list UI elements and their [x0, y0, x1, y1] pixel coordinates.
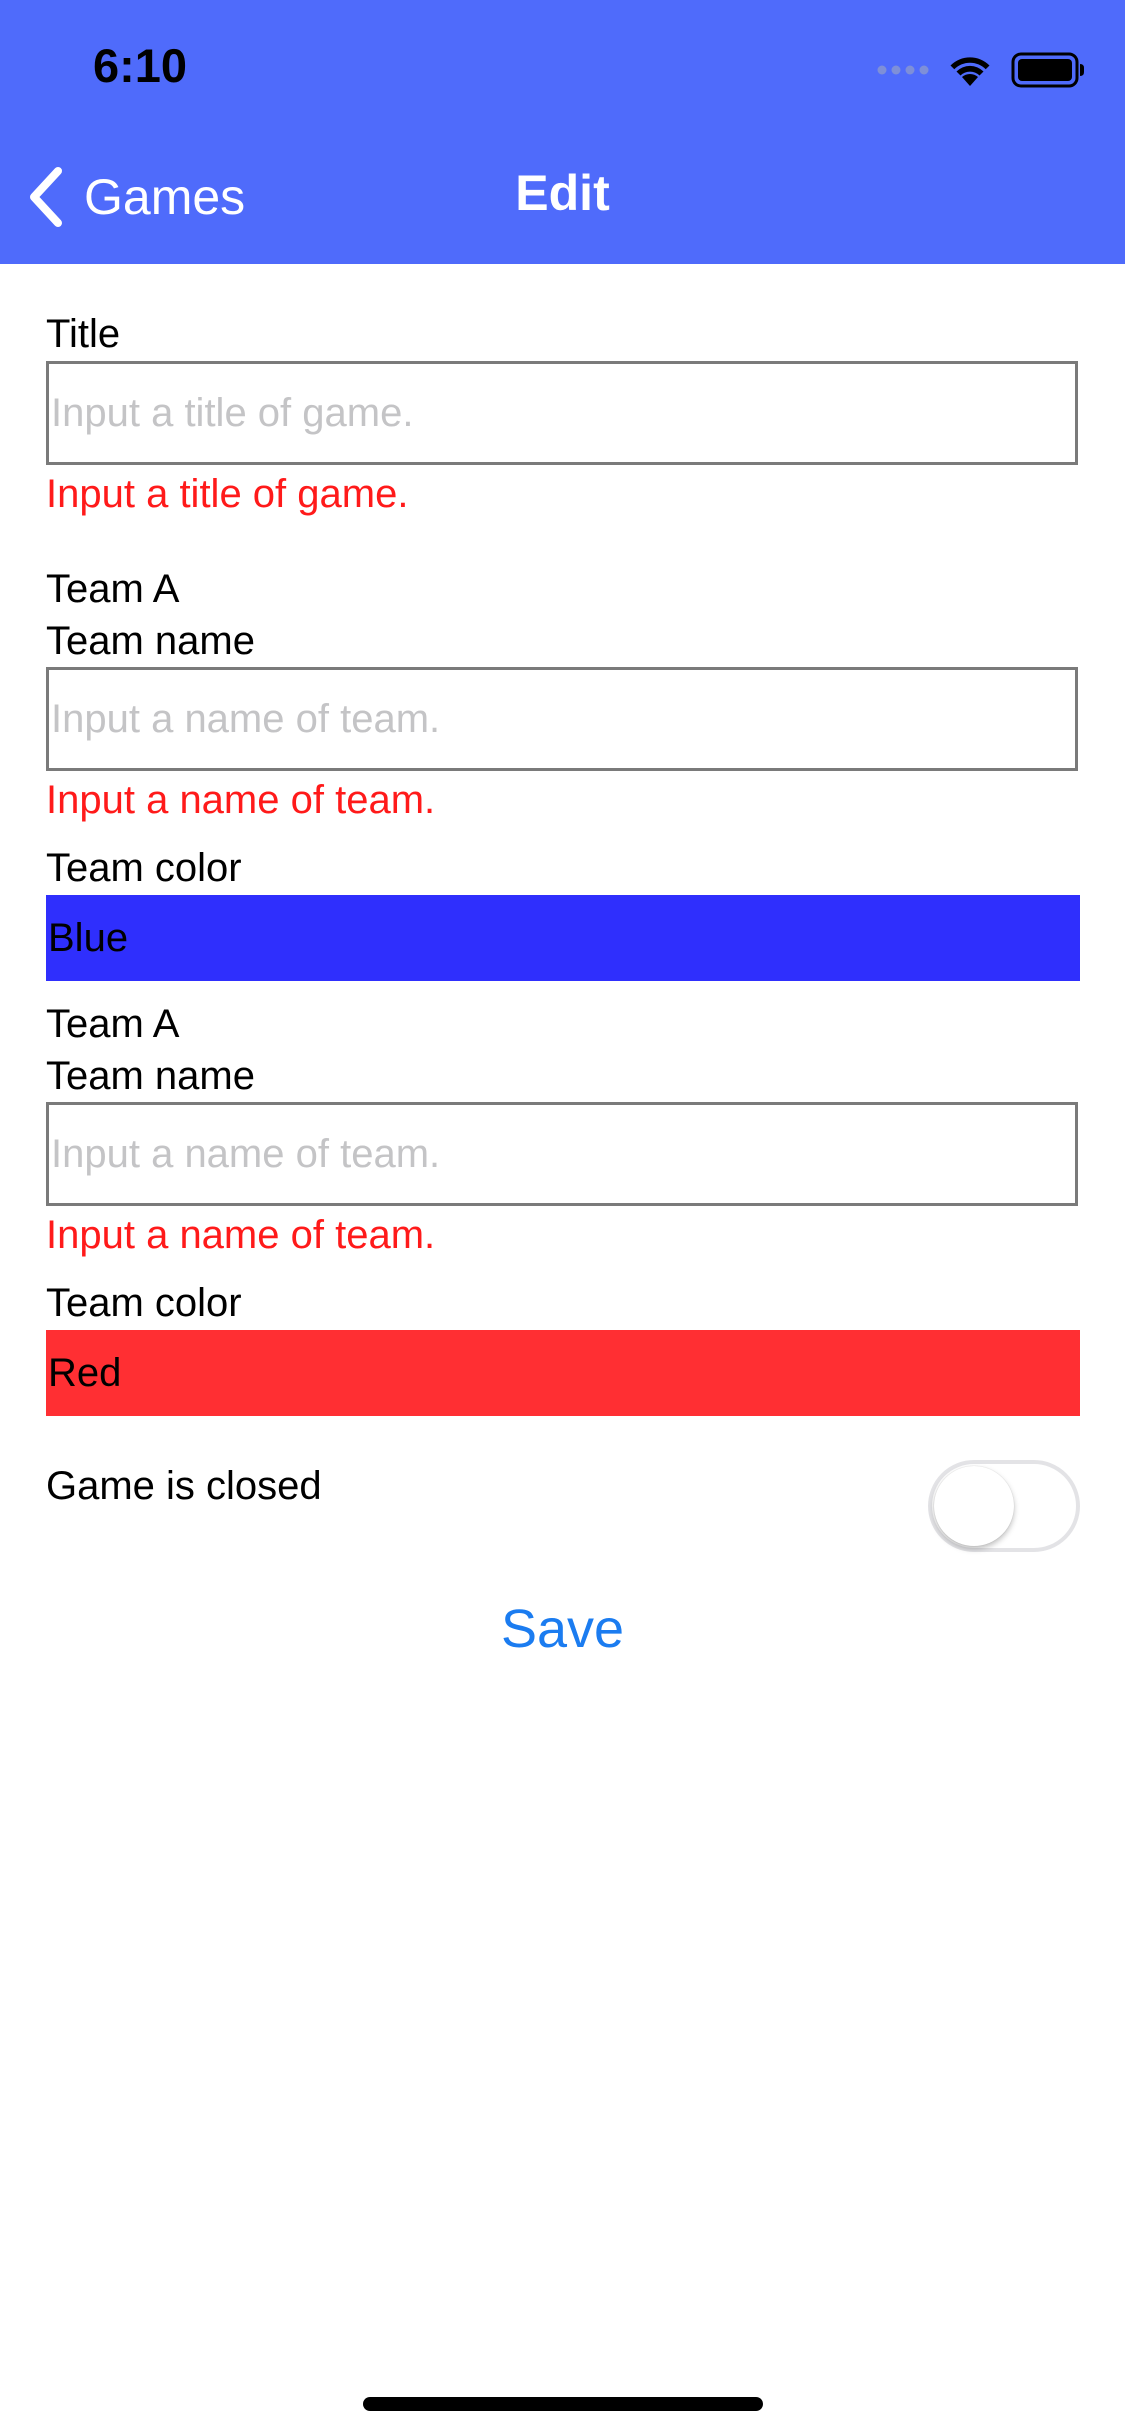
- title-label: Title: [46, 312, 121, 356]
- team-b-color-picker[interactable]: Red: [46, 1330, 1080, 1416]
- title-input[interactable]: [46, 361, 1078, 465]
- game-closed-toggle[interactable]: [928, 1460, 1080, 1552]
- team-b-name-error: Input a name of team.: [46, 1213, 436, 1257]
- status-time: 6:10: [93, 39, 188, 92]
- home-indicator: [363, 2397, 763, 2411]
- team-b-name-input[interactable]: [46, 1102, 1078, 1206]
- team-b-heading: Team A: [46, 1002, 180, 1046]
- status-icons: [877, 50, 1085, 90]
- cellular-signal-icon: [877, 65, 929, 75]
- team-a-name-input[interactable]: [46, 667, 1078, 771]
- team-a-color-picker[interactable]: Blue: [46, 895, 1080, 981]
- team-a-name-label: Team name: [46, 619, 255, 663]
- title-error: Input a title of game.: [46, 472, 409, 516]
- save-button[interactable]: Save: [0, 1598, 1125, 1660]
- navigation-bar: 6:10 Games Edit: [0, 0, 1125, 264]
- team-b-color-label: Team color: [46, 1281, 242, 1325]
- page-title: Edit: [515, 165, 610, 221]
- team-a-heading: Team A: [46, 567, 180, 611]
- toggle-knob: [934, 1466, 1014, 1546]
- edit-game-screen: 6:10 Games Edit Title Input a title of g…: [0, 0, 1125, 2436]
- team-a-color-label: Team color: [46, 846, 242, 890]
- battery-icon: [1011, 52, 1084, 88]
- wifi-icon: [950, 57, 990, 86]
- team-a-name-error: Input a name of team.: [46, 778, 436, 822]
- game-closed-label: Game is closed: [46, 1464, 322, 1508]
- team-b-name-label: Team name: [46, 1054, 255, 1098]
